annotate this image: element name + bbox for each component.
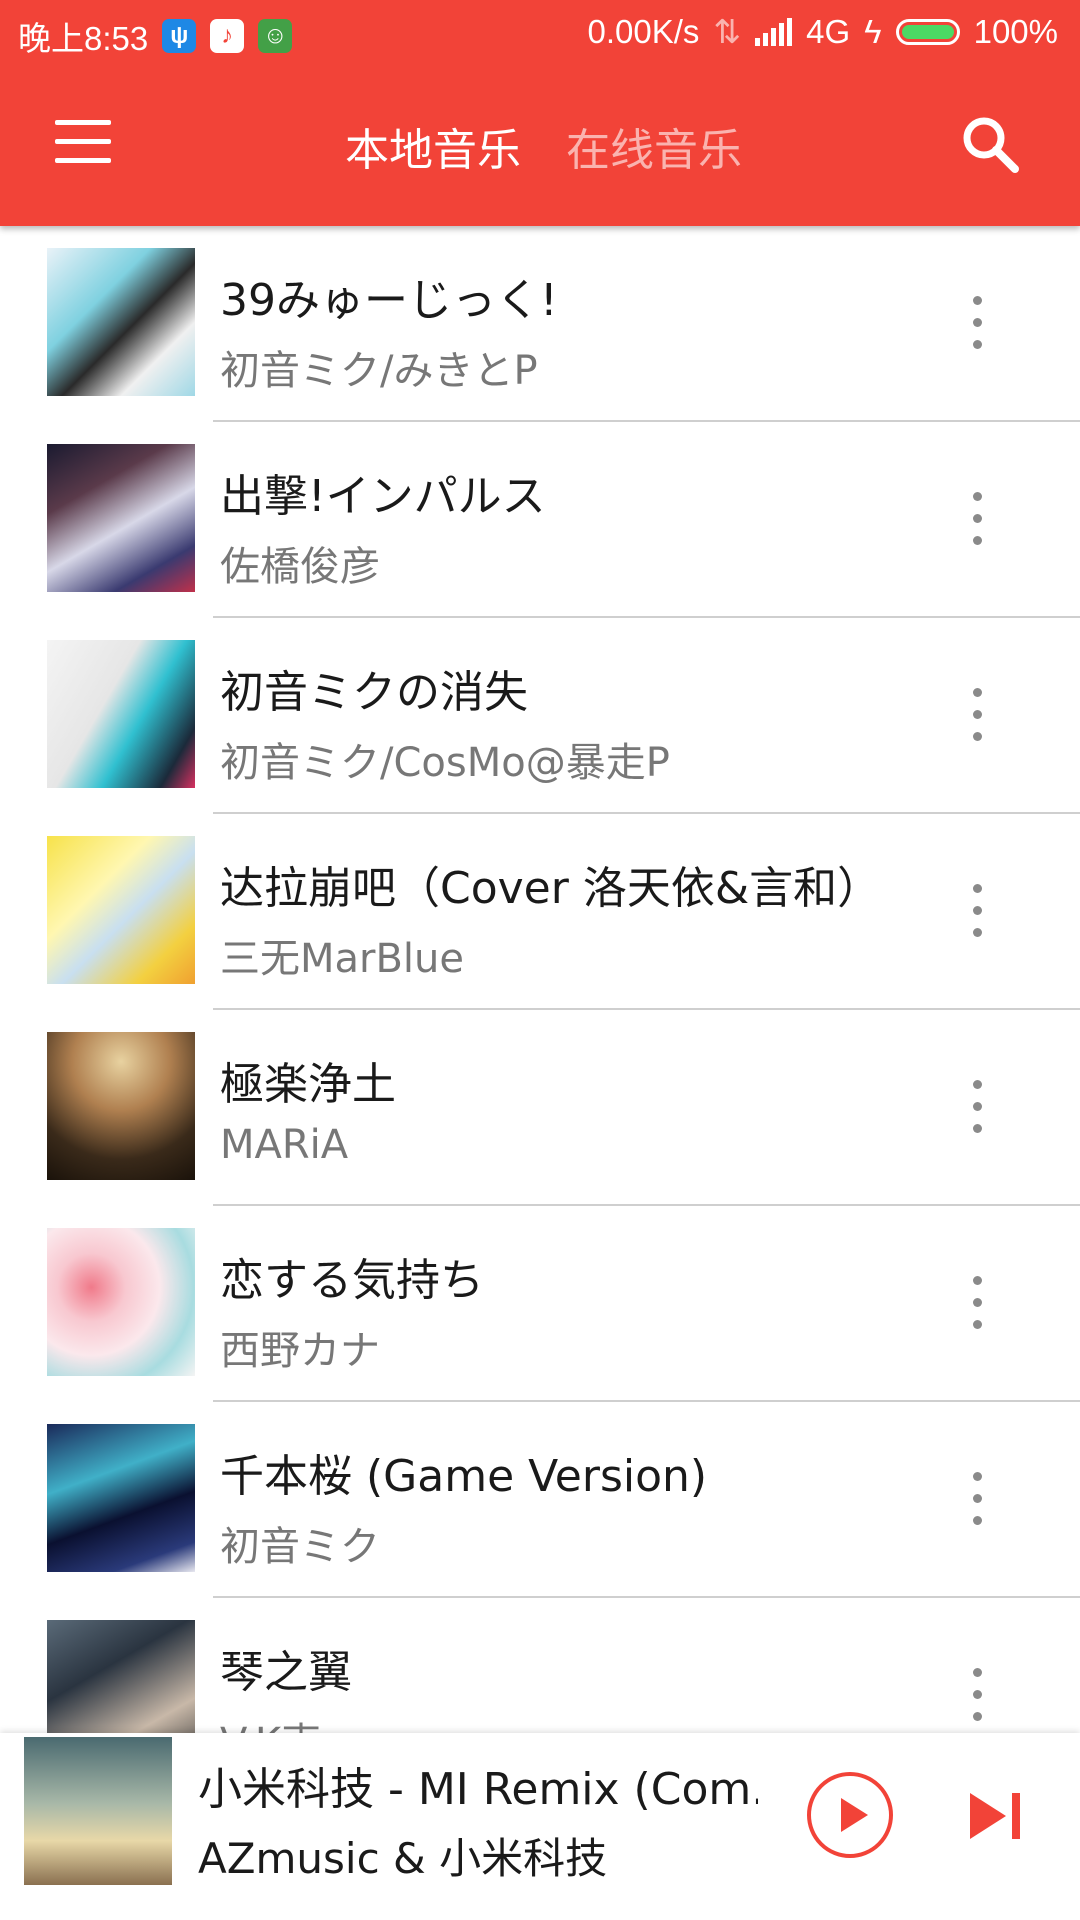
- more-vert-icon[interactable]: [962, 296, 992, 350]
- more-vert-icon[interactable]: [962, 1080, 992, 1134]
- now-playing-artist: AZmusic & 小米科技: [198, 1834, 608, 1883]
- song-artist: 初音ミク: [220, 1524, 380, 1570]
- song-title: 初音ミクの消失: [220, 667, 528, 718]
- song-title: 出撃!インパルス: [220, 471, 546, 522]
- network-type: 4G: [806, 12, 851, 50]
- battery-percent: 100%: [973, 12, 1058, 50]
- song-title: 琴之翼: [220, 1647, 352, 1698]
- song-row[interactable]: 琴之翼 V.K克: [0, 1598, 1080, 1733]
- status-right: 0.00K/s ⇅ 4G ϟ 100%: [588, 12, 1058, 51]
- album-cover: [47, 1620, 195, 1733]
- search-icon[interactable]: [958, 112, 1022, 176]
- song-title: 达拉崩吧（Cover 洛天依&言和）: [220, 863, 882, 914]
- album-cover: [47, 1424, 195, 1572]
- music-app-icon: ♪: [210, 19, 245, 53]
- data-arrows-icon: ⇅: [713, 13, 742, 50]
- network-speed: 0.00K/s: [587, 12, 700, 50]
- song-title: 39みゅーじっく!: [220, 275, 558, 326]
- more-vert-icon[interactable]: [962, 1276, 992, 1330]
- battery-icon: [895, 18, 960, 45]
- song-artist: 佐橋俊彦: [220, 544, 380, 590]
- song-row[interactable]: 初音ミクの消失 初音ミク/CosMo@暴走P: [0, 618, 1080, 814]
- album-cover: [47, 640, 195, 788]
- charging-icon: ϟ: [864, 12, 882, 50]
- tab-online-music[interactable]: 在线音乐: [566, 114, 742, 178]
- more-vert-icon[interactable]: [962, 1668, 992, 1722]
- status-bar: 晚上8:53 ψ ♪ ☺ 0.00K/s ⇅ 4G ϟ 100%: [0, 0, 1080, 62]
- play-icon[interactable]: [806, 1771, 894, 1859]
- album-cover: [47, 1032, 195, 1180]
- app-bar: 本地音乐 在线音乐: [0, 62, 1080, 226]
- android-icon: ☺: [258, 19, 293, 53]
- song-artist: 初音ミク/CosMo@暴走P: [220, 740, 670, 786]
- status-left: 晚上8:53 ψ ♪ ☺: [18, 12, 293, 60]
- song-row[interactable]: 39みゅーじっく! 初音ミク/みきとP: [0, 226, 1080, 422]
- more-vert-icon[interactable]: [962, 1472, 992, 1526]
- song-artist: MARiA: [220, 1122, 349, 1168]
- song-row[interactable]: 恋する気持ち 西野カナ: [0, 1206, 1080, 1402]
- song-row[interactable]: 極楽浄土 MARiA: [0, 1010, 1080, 1206]
- song-artist: 西野カナ: [220, 1328, 380, 1374]
- usb-icon: ψ: [162, 19, 197, 53]
- skip-next-icon[interactable]: [968, 1791, 1022, 1841]
- signal-icon: [755, 17, 793, 46]
- album-cover: [47, 444, 195, 592]
- tab-bar: 本地音乐 在线音乐: [345, 114, 742, 178]
- song-row[interactable]: 千本桜 (Game Version) 初音ミク: [0, 1402, 1080, 1598]
- album-cover: [47, 836, 195, 984]
- song-artist: V.K克: [220, 1710, 321, 1733]
- status-time: 晚上8:53: [18, 20, 149, 57]
- song-title: 極楽浄土: [220, 1059, 396, 1110]
- hamburger-icon[interactable]: [55, 120, 111, 164]
- song-row[interactable]: 出撃!インパルス 佐橋俊彦: [0, 422, 1080, 618]
- album-cover: [47, 248, 195, 396]
- song-title: 千本桜 (Game Version): [220, 1451, 708, 1502]
- now-playing-cover: [24, 1737, 172, 1885]
- more-vert-icon[interactable]: [962, 884, 992, 938]
- song-artist: 三无MarBlue: [220, 936, 464, 982]
- song-row[interactable]: 达拉崩吧（Cover 洛天依&言和） 三无MarBlue: [0, 814, 1080, 1010]
- album-cover: [47, 1228, 195, 1376]
- more-vert-icon[interactable]: [962, 688, 992, 742]
- app-header: 晚上8:53 ψ ♪ ☺ 0.00K/s ⇅ 4G ϟ 100% 本地音乐 在线…: [0, 0, 1080, 226]
- song-list: 39みゅーじっく! 初音ミク/みきとP 出撃!インパルス 佐橋俊彦 初音ミクの消…: [0, 226, 1080, 1733]
- tab-local-music[interactable]: 本地音乐: [345, 114, 521, 178]
- song-title: 恋する気持ち: [220, 1255, 484, 1306]
- now-playing-bar[interactable]: 小米科技 - MI Remix (Com... AZmusic & 小米科技: [0, 1733, 1080, 1920]
- more-vert-icon[interactable]: [962, 492, 992, 546]
- song-artist: 初音ミク/みきとP: [220, 348, 538, 394]
- now-playing-title: 小米科技 - MI Remix (Com...: [198, 1764, 758, 1815]
